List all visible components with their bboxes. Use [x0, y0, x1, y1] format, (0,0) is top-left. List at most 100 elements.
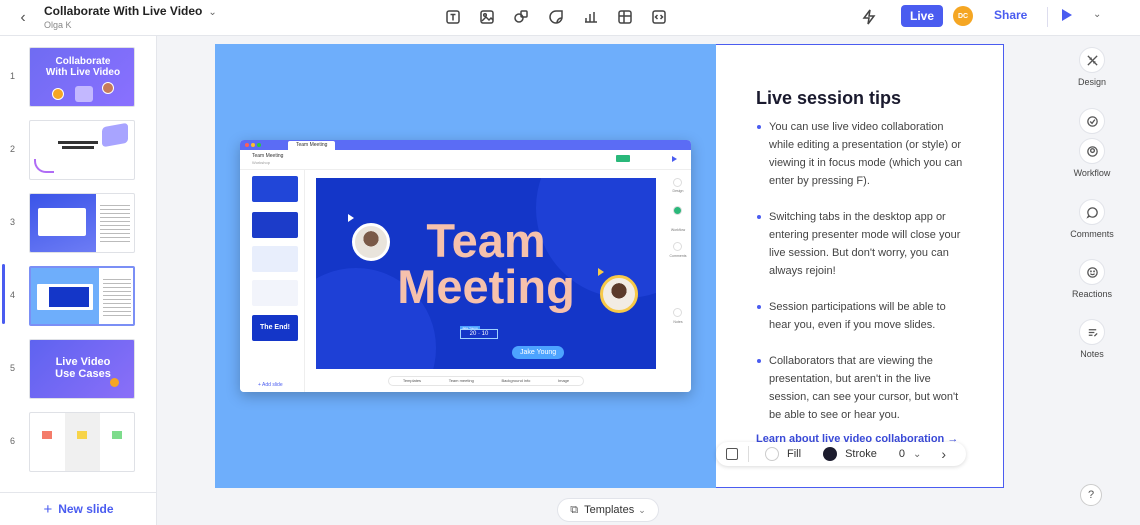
slide-thumb-row[interactable]: 2 [0, 118, 156, 182]
chart-icon[interactable] [582, 8, 600, 26]
lock-icon[interactable] [726, 448, 738, 460]
thumb-curve [34, 159, 54, 173]
team-meeting-slide: Team Meeting Jake Young 20 · 10 Jake Youn… [316, 178, 656, 369]
slide-thumb-row[interactable]: 5 Live Video Use Cases [0, 337, 156, 401]
document-title[interactable]: Collaborate With Live Video ⌄ [44, 4, 217, 18]
templates-chevron-icon: ⌄ [638, 504, 646, 515]
templates-button[interactable]: ⧉ Templates ⌄ [557, 498, 659, 522]
inner-close-dot [245, 143, 249, 147]
inner-window-bar: Team Meeting [240, 140, 691, 150]
text-icon[interactable] [444, 8, 462, 26]
slide-title-line-1: Team [426, 214, 546, 267]
workflow-check-icon [1079, 108, 1105, 134]
slide-number: 4 [10, 290, 16, 300]
user-avatar[interactable]: DC [953, 6, 973, 26]
slide-thumbnail[interactable] [29, 412, 135, 472]
plus-icon: + [43, 500, 53, 518]
thumb-sticky-yellow [77, 431, 87, 439]
fill-color-swatch[interactable] [765, 447, 779, 461]
inner-doc-title: Team Meeting [252, 153, 284, 159]
slide-thumbnail[interactable]: Collaborate With Live Video [29, 47, 135, 107]
toolbar-separator [748, 446, 749, 462]
shapes-icon[interactable] [512, 8, 530, 26]
workflow-panel-button[interactable]: Workflow [1060, 108, 1124, 178]
back-arrow-icon[interactable]: ‹ [14, 9, 32, 27]
thumb-lines [100, 202, 130, 244]
new-slide-button[interactable]: + New slide [0, 492, 156, 525]
fill-label[interactable]: Fill [787, 448, 801, 460]
share-button[interactable]: Share [994, 8, 1027, 22]
more-options-arrow-icon[interactable]: › [941, 446, 946, 462]
inner-bottom-item: Background info [501, 378, 531, 383]
workflow-icon [1079, 138, 1105, 164]
design-panel-button[interactable]: Design [1060, 47, 1124, 87]
slide-thumbnail[interactable] [29, 193, 135, 253]
comments-icon [1079, 199, 1105, 225]
title-chevron-down-icon[interactable]: ⌄ [208, 7, 216, 18]
slide-thumbnail-active[interactable] [29, 266, 135, 326]
slide-title: Team Meeting [386, 214, 586, 313]
help-icon[interactable]: ? [1080, 484, 1102, 506]
templates-icon: ⧉ [570, 503, 579, 516]
tips-panel[interactable]: Live session tips You can use live video… [716, 44, 1004, 488]
inner-doc-owner: Workshop [252, 160, 270, 165]
thumb-frame [38, 208, 86, 236]
inner-thumb [252, 212, 298, 238]
slide-number: 1 [10, 71, 16, 81]
stroke-label[interactable]: Stroke [845, 448, 877, 460]
slide-thumb-title: Live Video Use Cases [55, 356, 111, 380]
slide-thumb-row[interactable]: 4 [0, 264, 156, 328]
reactions-panel-button[interactable]: Reactions [1060, 259, 1124, 299]
inner-add-slide: + Add slide [258, 382, 283, 388]
inner-bottom-item: Team meeting [448, 378, 474, 383]
play-icon[interactable] [1062, 9, 1072, 21]
slide-thumbnail[interactable] [29, 120, 135, 180]
slide-title-line-2: Meeting [397, 260, 575, 313]
inner-right-panel: Design Workflow Comments Notes [665, 170, 691, 392]
thumb-shape [102, 122, 128, 148]
slide-thumb-row[interactable]: 1 Collaborate With Live Video [0, 45, 156, 109]
document-owner: Olga K [44, 20, 72, 30]
thumb-avatar-1 [52, 88, 64, 100]
thumb-sticky-green [112, 431, 122, 439]
workflow-label: Workflow [1073, 168, 1111, 178]
top-bar: ‹ Collaborate With Live Video ⌄ Olga K Li… [0, 0, 1140, 36]
slide-thumbnail[interactable]: Live Video Use Cases [29, 339, 135, 399]
right-panel: Design Workflow Comments Reactions Notes [1060, 44, 1140, 525]
active-slide-indicator [2, 264, 5, 324]
thumb-lines [103, 276, 131, 318]
inner-panel-label: Workflow [670, 228, 686, 232]
image-icon[interactable] [478, 8, 496, 26]
inner-tab: Team Meeting [288, 141, 336, 150]
notes-panel-button[interactable]: Notes [1060, 319, 1124, 359]
participant-video-2 [600, 275, 638, 313]
table-icon[interactable] [616, 8, 634, 26]
embedded-screenshot[interactable]: Team Meeting Team Meeting Workshop The E… [240, 140, 691, 392]
inner-panel-label: Design [672, 189, 684, 193]
inner-min-dot [251, 143, 255, 147]
slide-thumb-row[interactable]: 3 [0, 191, 156, 255]
inner-max-dot [257, 143, 261, 147]
stroke-color-swatch[interactable] [823, 447, 838, 461]
tips-title: Live session tips [756, 88, 902, 108]
thumb-avatar [110, 378, 119, 387]
stroke-width-value[interactable]: 0 [899, 448, 905, 460]
thumb-text-block [58, 141, 98, 144]
thumb-text-block [62, 146, 94, 149]
inner-thumb [252, 176, 298, 202]
play-options-chevron-icon[interactable]: ⌄ [1093, 9, 1101, 20]
live-button[interactable]: Live [901, 5, 943, 27]
comments-panel-button[interactable]: Comments [1060, 199, 1124, 239]
slide-image-area[interactable]: Team Meeting Team Meeting Workshop The E… [215, 44, 716, 488]
inner-workflow-icon [673, 206, 682, 215]
slide-number: 5 [10, 363, 16, 373]
tip-item: Collaborators that are viewing the prese… [756, 352, 966, 424]
stroke-width-chevron-icon[interactable]: ⌄ [913, 449, 921, 460]
new-slide-label: New slide [58, 502, 114, 516]
collaborator-cursor-icon [348, 214, 354, 222]
sticker-icon[interactable] [547, 8, 565, 26]
inner-thumb-end: The End! [252, 315, 298, 341]
lightning-icon[interactable] [860, 8, 878, 26]
slide-thumb-row[interactable]: 6 [0, 410, 156, 474]
embed-icon[interactable] [650, 8, 668, 26]
